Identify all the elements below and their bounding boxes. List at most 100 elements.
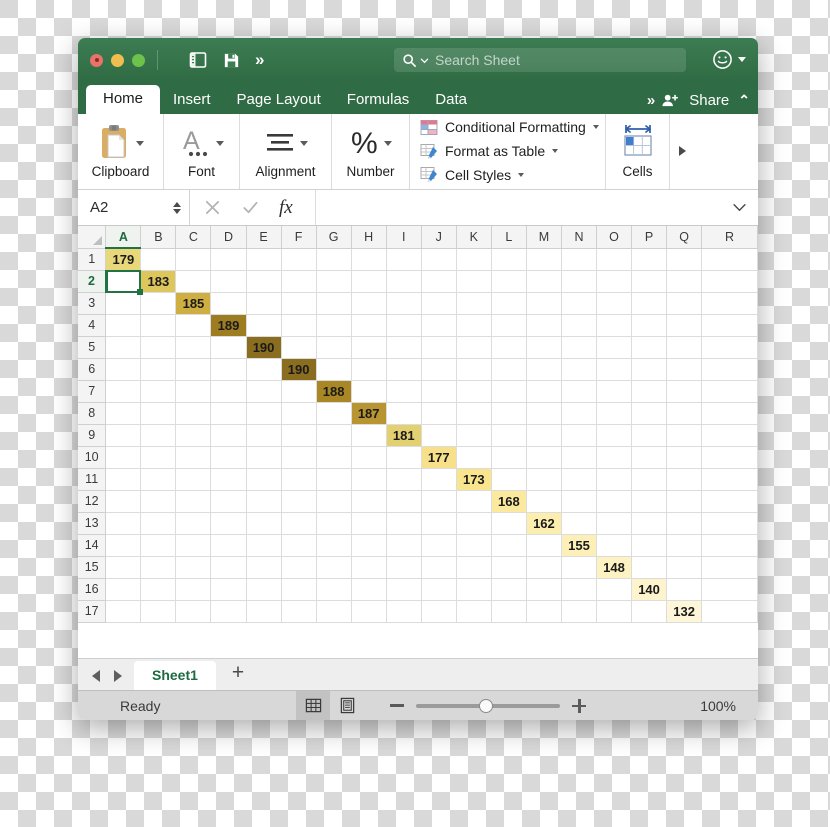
number-dropdown-icon[interactable] [384, 140, 392, 146]
cell-j14[interactable] [421, 534, 457, 557]
nav-next-icon[interactable] [114, 670, 122, 682]
cell-c10[interactable] [175, 446, 212, 469]
cell-m10[interactable] [526, 446, 562, 469]
cell-b17[interactable] [140, 600, 177, 623]
cell-r7[interactable] [701, 380, 758, 403]
ribbon-group-alignment[interactable]: Alignment [240, 114, 332, 189]
clipboard-dropdown-icon[interactable] [136, 140, 144, 146]
cell-q7[interactable] [666, 380, 703, 403]
cell-l17[interactable] [491, 600, 527, 623]
cell-p17[interactable] [631, 600, 668, 623]
cell-o15[interactable]: 148 [596, 556, 633, 579]
maximize-window-button[interactable] [132, 53, 145, 67]
cell-c17[interactable] [175, 600, 212, 623]
ribbon-group-clipboard[interactable]: Clipboard [78, 114, 164, 189]
column-header-e[interactable]: E [246, 226, 282, 249]
cell-r4[interactable] [701, 314, 758, 337]
cell-n3[interactable] [561, 292, 597, 315]
cell-g2[interactable] [316, 270, 352, 293]
cell-l4[interactable] [491, 314, 527, 337]
cell-g17[interactable] [316, 600, 352, 623]
cell-h4[interactable] [351, 314, 387, 337]
cell-m15[interactable] [526, 556, 562, 579]
cell-m2[interactable] [526, 270, 562, 293]
cell-o13[interactable] [596, 512, 633, 535]
cell-g10[interactable] [316, 446, 352, 469]
zoom-in-icon[interactable] [572, 698, 586, 713]
save-icon[interactable] [222, 51, 241, 70]
cell-f13[interactable] [281, 512, 317, 535]
cell-d17[interactable] [210, 600, 247, 623]
cell-k2[interactable] [456, 270, 492, 293]
cell-p13[interactable] [631, 512, 668, 535]
cell-f8[interactable] [281, 402, 317, 425]
cell-a13[interactable] [105, 512, 142, 535]
cell-h16[interactable] [351, 578, 387, 601]
cell-p6[interactable] [631, 358, 668, 381]
cell-j4[interactable] [421, 314, 457, 337]
select-all-corner[interactable] [78, 226, 107, 249]
cell-j6[interactable] [421, 358, 457, 381]
cell-k15[interactable] [456, 556, 492, 579]
name-box[interactable]: A2 [78, 190, 190, 225]
row-header-10[interactable]: 10 [78, 446, 107, 469]
cell-h15[interactable] [351, 556, 387, 579]
cell-n15[interactable] [561, 556, 597, 579]
cell-i12[interactable] [386, 490, 422, 513]
cell-l14[interactable] [491, 534, 527, 557]
cell-c13[interactable] [175, 512, 212, 535]
cell-h9[interactable] [351, 424, 387, 447]
cell-o11[interactable] [596, 468, 633, 491]
cell-o4[interactable] [596, 314, 633, 337]
cell-n13[interactable] [561, 512, 597, 535]
cell-g4[interactable] [316, 314, 352, 337]
row-header-16[interactable]: 16 [78, 578, 107, 601]
cell-l8[interactable] [491, 402, 527, 425]
cell-r17[interactable] [701, 600, 758, 623]
cell-h8[interactable]: 187 [351, 402, 387, 425]
row-header-9[interactable]: 9 [78, 424, 107, 447]
spinner-down-icon[interactable] [173, 208, 181, 214]
cell-j13[interactable] [421, 512, 457, 535]
cell-n14[interactable]: 155 [561, 534, 597, 557]
column-header-p[interactable]: P [631, 226, 668, 249]
cell-e13[interactable] [246, 512, 282, 535]
cell-o3[interactable] [596, 292, 633, 315]
cell-g9[interactable] [316, 424, 352, 447]
cell-k4[interactable] [456, 314, 492, 337]
ribbon-group-cells[interactable]: Cells [606, 114, 670, 189]
cell-d8[interactable] [210, 402, 247, 425]
cell-p15[interactable] [631, 556, 668, 579]
cell-m14[interactable] [526, 534, 562, 557]
cell-j1[interactable] [421, 248, 457, 271]
cell-l5[interactable] [491, 336, 527, 359]
cell-i16[interactable] [386, 578, 422, 601]
cell-o17[interactable] [596, 600, 633, 623]
nav-prev-icon[interactable] [92, 670, 100, 682]
cell-p16[interactable]: 140 [631, 578, 668, 601]
cell-r13[interactable] [701, 512, 758, 535]
cell-p5[interactable] [631, 336, 668, 359]
cell-a6[interactable] [105, 358, 142, 381]
cell-j12[interactable] [421, 490, 457, 513]
cell-i2[interactable] [386, 270, 422, 293]
column-header-c[interactable]: C [175, 226, 212, 249]
zoom-out-icon[interactable] [390, 704, 404, 707]
conditional-formatting-dropdown-icon[interactable] [592, 125, 599, 130]
row-header-5[interactable]: 5 [78, 336, 107, 359]
cell-i7[interactable] [386, 380, 422, 403]
cell-m17[interactable] [526, 600, 562, 623]
cell-n11[interactable] [561, 468, 597, 491]
cell-q9[interactable] [666, 424, 703, 447]
tab-data[interactable]: Data [422, 87, 480, 114]
cell-d9[interactable] [210, 424, 247, 447]
tab-insert[interactable]: Insert [160, 87, 224, 114]
column-header-n[interactable]: N [561, 226, 597, 249]
cell-f10[interactable] [281, 446, 317, 469]
cell-l3[interactable] [491, 292, 527, 315]
cell-b13[interactable] [140, 512, 177, 535]
cell-h13[interactable] [351, 512, 387, 535]
cell-r11[interactable] [701, 468, 758, 491]
cell-c7[interactable] [175, 380, 212, 403]
cell-q11[interactable] [666, 468, 703, 491]
